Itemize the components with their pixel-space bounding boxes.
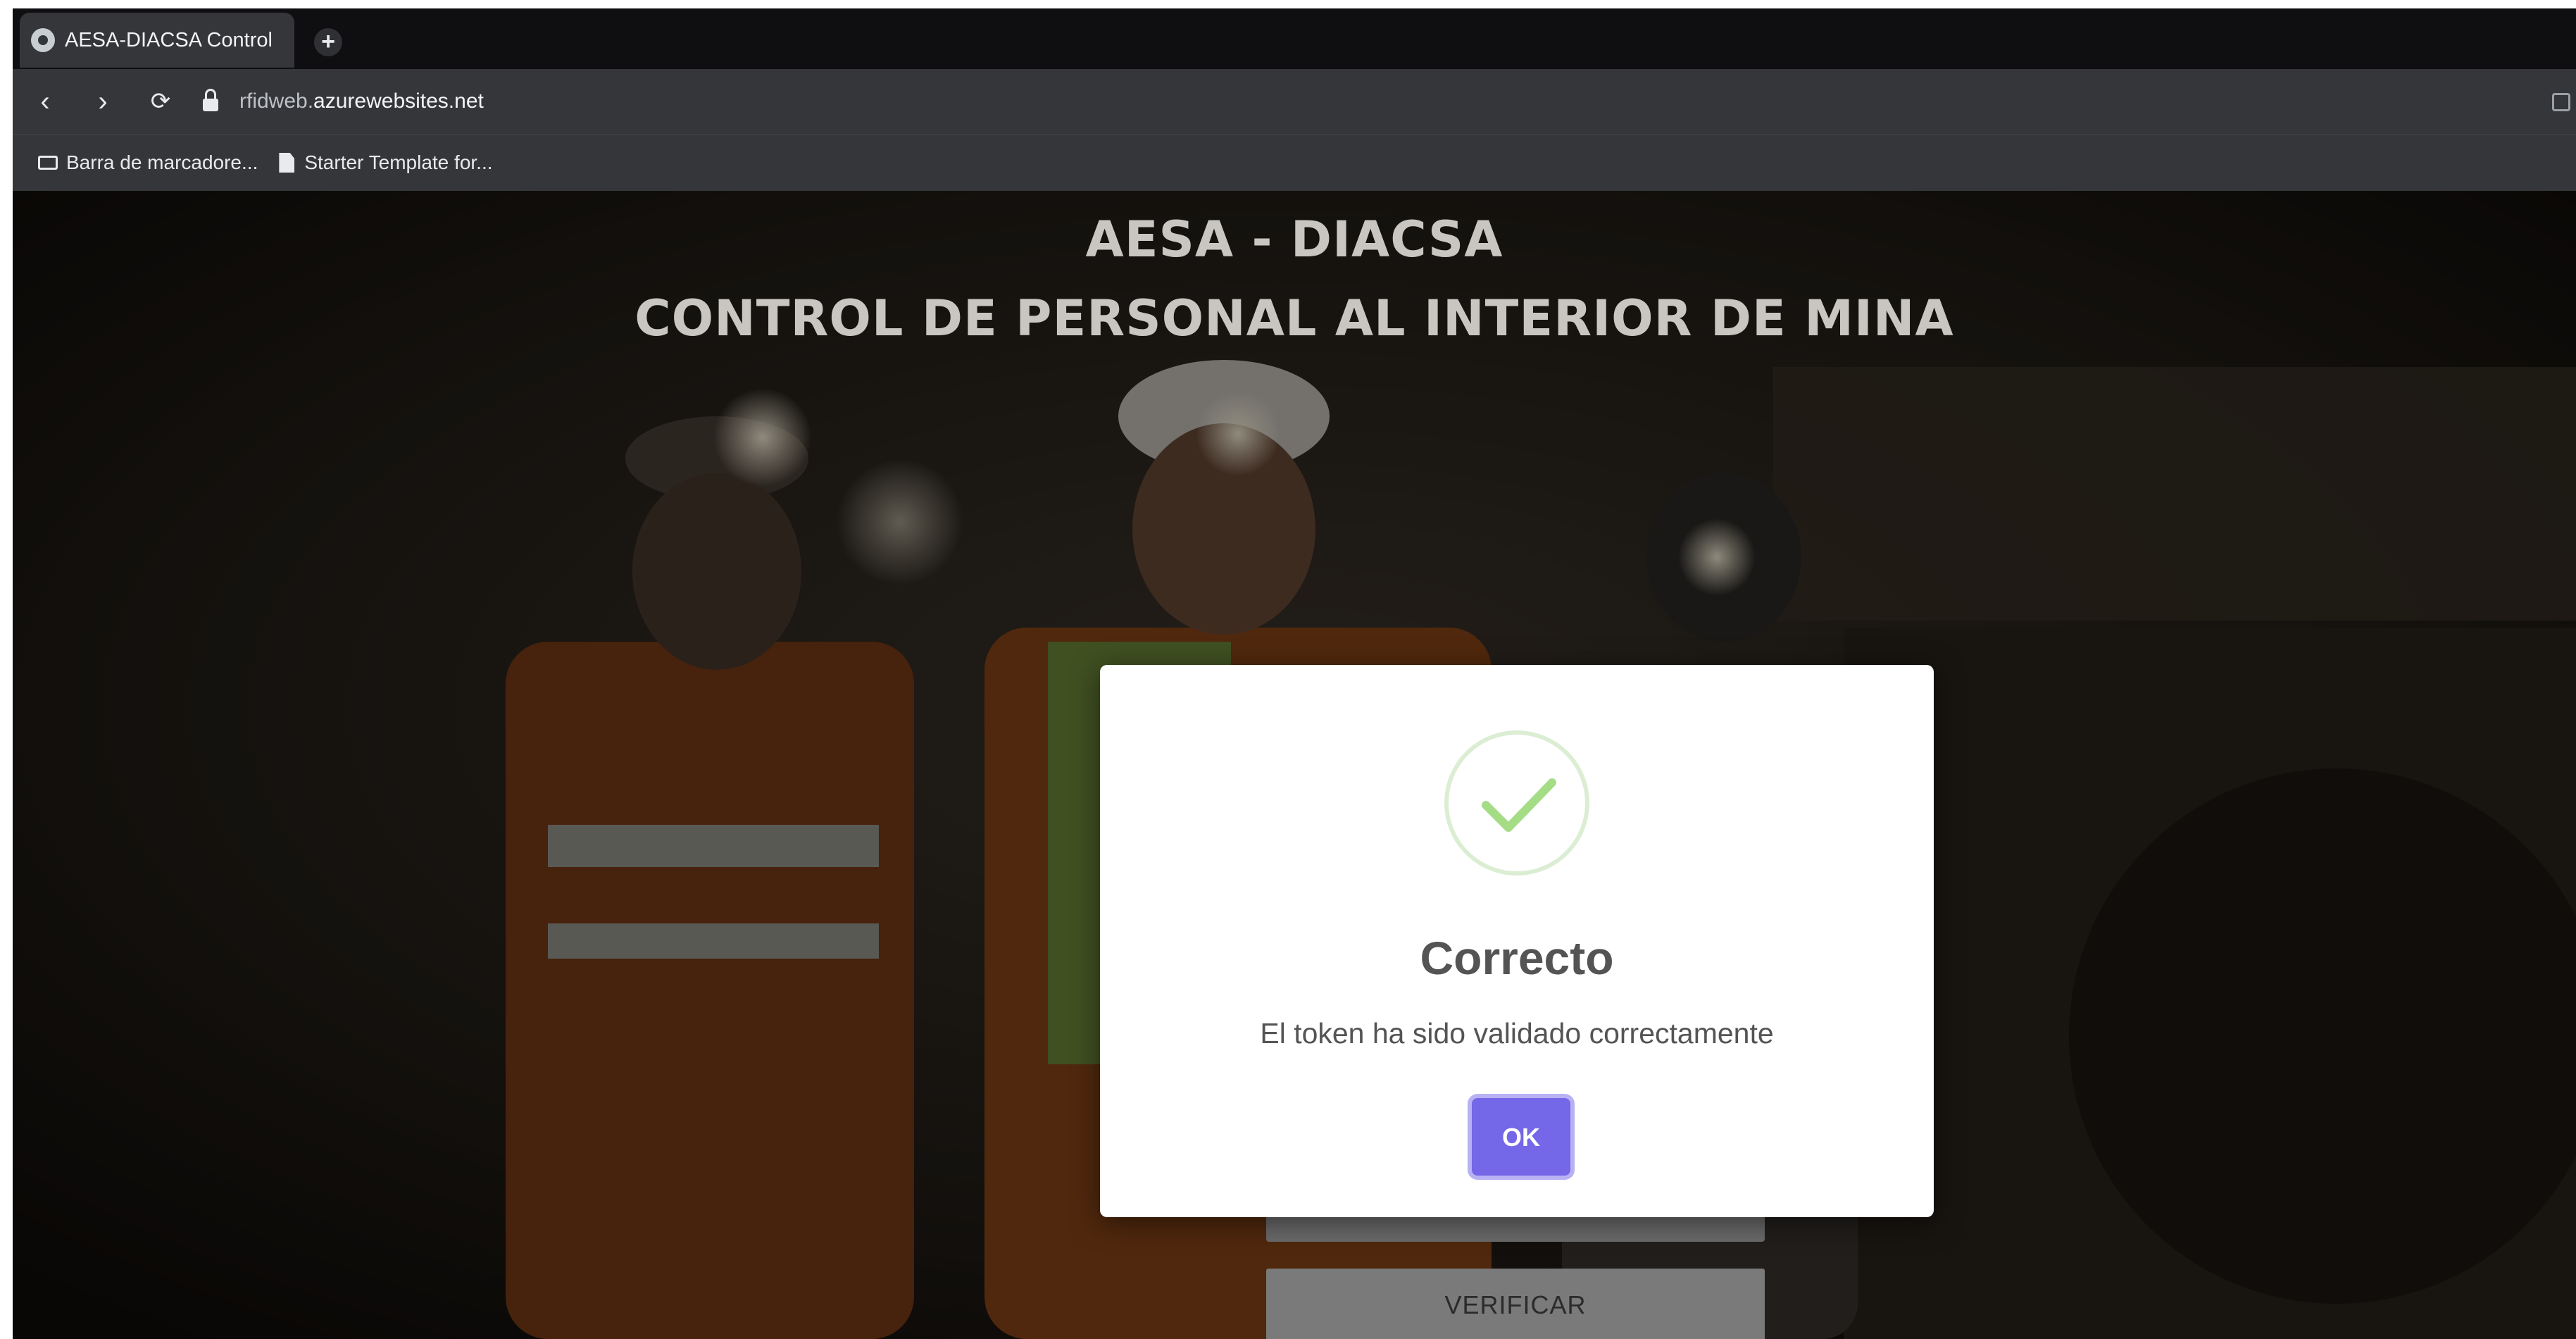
page-subtitle: CONTROL DE PERSONAL AL INTERIOR DE MINA [634,289,1954,347]
address-bar[interactable]: rfidweb.azurewebsites.net [203,83,484,120]
folder-icon [38,156,58,170]
bookmarks-bar: Barra de marcadore... Starter Template f… [13,134,2576,191]
url-subdomain: rfidweb. [239,89,314,113]
url-domain: azurewebsites.net [313,89,484,113]
browser-tab[interactable]: AESA-DIACSA Control [20,13,294,68]
browser-toolbar: ‹ › ⟳ rfidweb.azurewebsites.net [13,69,2576,134]
forward-icon[interactable]: › [85,83,121,120]
new-tab-button[interactable]: + [314,28,342,56]
bookmark-label: Starter Template for... [304,151,493,173]
browser-window: AESA-DIACSA Control + ‹ › ⟳ rfidweb.azur… [13,8,2576,1339]
bookmark-folder[interactable]: Barra de marcadore... [38,151,258,174]
tab-title: AESA-DIACSA Control [65,28,273,51]
page-icon [279,153,295,173]
dialog-title: Correcto [1420,932,1614,984]
verify-button[interactable]: VERIFICAR [1266,1269,1765,1339]
dialog-message: El token ha sido validado correctamente [1260,1017,1774,1050]
tab-strip: AESA-DIACSA Control + [13,8,2576,69]
edit-page-icon[interactable] [2552,93,2570,111]
page-content: AESA - DIACSA CONTROL DE PERSONAL AL INT… [13,191,2576,1339]
checkmark-icon [1482,778,1556,832]
success-check-icon [1444,730,1589,876]
page-title: AESA - DIACSA [1085,211,1503,268]
url-text[interactable]: rfidweb.azurewebsites.net [239,89,484,113]
reload-icon[interactable]: ⟳ [142,83,179,120]
bookmark-label: Barra de marcadore... [66,151,258,173]
back-icon[interactable]: ‹ [27,83,63,120]
ok-button[interactable]: OK [1472,1098,1570,1176]
bookmark-item[interactable]: Starter Template for... [279,151,493,174]
lock-icon [203,89,218,111]
success-dialog: Correcto El token ha sido validado corre… [1100,665,1934,1217]
site-favicon-icon [31,28,55,52]
